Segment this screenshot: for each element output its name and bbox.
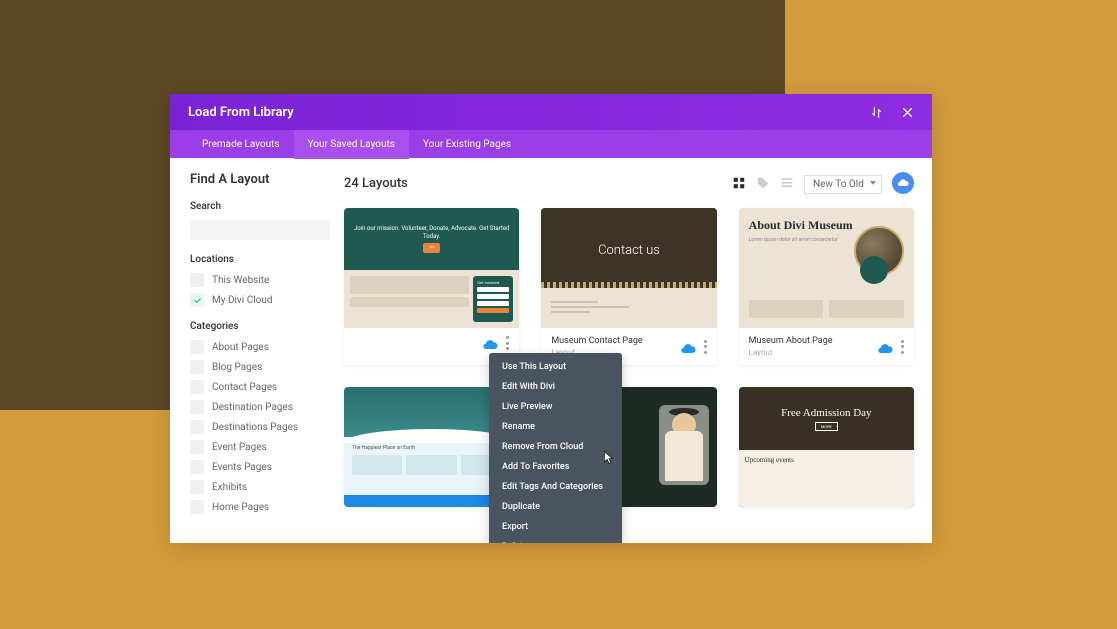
thumb-section: Upcoming events [745, 456, 908, 464]
modal-title: Load From Library [188, 105, 294, 120]
checkbox-icon [190, 500, 204, 514]
card-subtitle: Layout [749, 348, 877, 357]
card-menu-button[interactable] [901, 340, 904, 354]
sidebar: Find A Layout Search + Filter Locations … [170, 158, 330, 543]
category-label: Destination Pages [212, 402, 293, 413]
category-events-pages[interactable]: Events Pages [190, 460, 318, 474]
layout-grid: Join our mission. Volunteer, Donate, Adv… [344, 208, 914, 507]
checkbox-icon [190, 273, 204, 287]
sort-select[interactable]: New To Old [804, 175, 882, 194]
location-label: This Website [212, 275, 269, 286]
checkbox-icon [190, 480, 204, 494]
card-thumbnail: Free Admission Day MORE Upcoming events [739, 387, 914, 507]
menu-item-use-this-layout[interactable]: Use This Layout [489, 357, 622, 377]
checkbox-icon [190, 420, 204, 434]
checkbox-icon [190, 460, 204, 474]
menu-item-add-to-favorites[interactable]: Add To Favorites [489, 457, 622, 477]
location-my-divi-cloud[interactable]: My Divi Cloud [190, 293, 318, 307]
list-view-icon[interactable] [780, 176, 794, 190]
library-modal: Load From Library Premade Layouts Your S… [170, 94, 932, 543]
tab-saved-layouts[interactable]: Your Saved Layouts [294, 130, 409, 159]
category-destination-pages[interactable]: Destination Pages [190, 400, 318, 414]
card-title: Museum About Page [749, 336, 877, 346]
thumb-button: ••• [423, 243, 440, 253]
category-label: Contact Pages [212, 382, 277, 393]
menu-item-remove-from-cloud[interactable]: Remove From Cloud [489, 437, 622, 457]
checkbox-icon [190, 380, 204, 394]
menu-item-edit-with-divi[interactable]: Edit With Divi [489, 377, 622, 397]
cloud-badge[interactable] [892, 172, 914, 194]
category-label: Home Pages [212, 502, 269, 513]
cloud-icon [482, 337, 498, 349]
thumb-panel-title: Get Involved [477, 280, 509, 285]
main-panel: 24 Layouts New To Old [330, 158, 932, 543]
context-menu: Use This LayoutEdit With DiviLive Previe… [489, 353, 622, 543]
thumb-headline: Contact us [598, 243, 660, 258]
tag-icon[interactable] [756, 176, 770, 190]
checkbox-icon [190, 440, 204, 454]
search-label: Search [190, 201, 318, 212]
tabs: Premade Layouts Your Saved Layouts Your … [170, 130, 932, 158]
category-contact-pages[interactable]: Contact Pages [190, 380, 318, 394]
close-icon[interactable] [901, 106, 914, 119]
category-label: Destinations Pages [212, 422, 298, 433]
locations-label: Locations [190, 254, 318, 265]
menu-item-duplicate[interactable]: Duplicate [489, 497, 622, 517]
checkbox-icon [190, 340, 204, 354]
thumb-headline: Join our mission. Volunteer, Donate, Adv… [352, 225, 511, 241]
sidebar-title: Find A Layout [190, 172, 318, 187]
layout-card[interactable]: Contact us Museum Contact Page Layout [541, 208, 716, 365]
modal-header: Load From Library [170, 94, 932, 130]
category-exhibits[interactable]: Exhibits [190, 480, 318, 494]
tab-existing-pages[interactable]: Your Existing Pages [409, 130, 525, 159]
category-event-pages[interactable]: Event Pages [190, 440, 318, 454]
toolbar: New To Old [732, 172, 914, 194]
category-label: About Pages [212, 342, 269, 353]
category-label: Event Pages [212, 442, 267, 453]
menu-item-export[interactable]: Export [489, 517, 622, 537]
menu-item-live-preview[interactable]: Live Preview [489, 397, 622, 417]
thumb-subtext: Lorem ipsum dolor sit amet consectetur [749, 237, 842, 243]
menu-item-rename[interactable]: Rename [489, 417, 622, 437]
cloud-icon [680, 341, 696, 353]
card-menu-button[interactable] [704, 340, 707, 354]
tab-premade-layouts[interactable]: Premade Layouts [188, 130, 294, 159]
search-input[interactable] [190, 220, 330, 240]
thumb-headline: Free Admission Day [781, 407, 871, 419]
card-thumbnail: Join our mission. Volunteer, Donate, Adv… [344, 208, 519, 328]
category-about-pages[interactable]: About Pages [190, 340, 318, 354]
card-menu-button[interactable] [506, 336, 509, 350]
category-home-pages[interactable]: Home Pages [190, 500, 318, 514]
card-title: Museum Contact Page [551, 336, 679, 346]
location-this-website[interactable]: This Website [190, 273, 318, 287]
location-label: My Divi Cloud [212, 295, 273, 306]
checkbox-icon [190, 400, 204, 414]
checkbox-checked-icon [190, 293, 204, 307]
cloud-icon [877, 341, 893, 353]
layout-card[interactable]: About Divi Museum Lorem ipsum dolor sit … [739, 208, 914, 365]
category-label: Exhibits [212, 482, 247, 493]
thumb-button: MORE [815, 422, 838, 431]
thumb-headline: The Happiest Place on Earth [352, 445, 511, 451]
category-blog-pages[interactable]: Blog Pages [190, 360, 318, 374]
sort-toggle-icon[interactable] [870, 106, 883, 119]
grid-view-icon[interactable] [732, 176, 746, 190]
category-destinations-pages[interactable]: Destinations Pages [190, 420, 318, 434]
checkbox-icon [190, 360, 204, 374]
layout-count: 24 Layouts [344, 176, 408, 191]
category-label: Blog Pages [212, 362, 262, 373]
menu-item-edit-tags-and-categories[interactable]: Edit Tags And Categories [489, 477, 622, 497]
card-thumbnail: Contact us [541, 208, 716, 328]
layout-card[interactable]: Free Admission Day MORE Upcoming events [739, 387, 914, 507]
menu-item-delete[interactable]: Delete [489, 537, 622, 543]
categories-label: Categories [190, 321, 318, 332]
layout-card[interactable]: Join our mission. Volunteer, Donate, Adv… [344, 208, 519, 365]
card-thumbnail: About Divi Museum Lorem ipsum dolor sit … [739, 208, 914, 328]
category-label: Events Pages [212, 462, 272, 473]
